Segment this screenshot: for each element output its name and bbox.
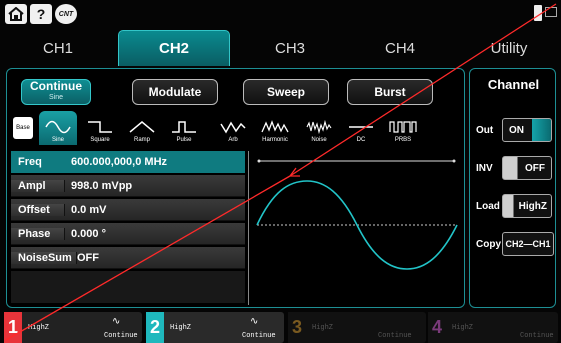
annotation-overlay bbox=[5, 3, 557, 341]
annotation-line-1 bbox=[5, 175, 291, 341]
screen: ? CNT CH1 CH2 CH3 CH4 Utility Continue S… bbox=[0, 0, 561, 343]
annotation-line-2 bbox=[289, 3, 557, 177]
